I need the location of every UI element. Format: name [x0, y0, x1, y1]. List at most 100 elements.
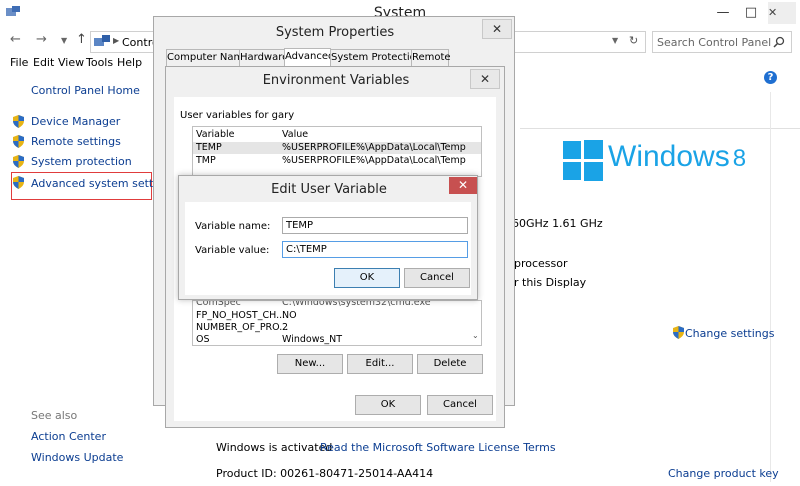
variable-name: TMP — [196, 155, 216, 166]
variable-name: TEMP — [196, 142, 222, 153]
back-icon[interactable]: ← — [10, 32, 21, 47]
tab-remote[interactable]: Remote — [411, 49, 451, 66]
display-text: r this Display — [514, 276, 587, 289]
menu-tools[interactable]: Tools — [86, 56, 113, 69]
cpu-speed-text: 60GHz 1.61 GHz — [512, 217, 603, 230]
maximize-icon: □ — [744, 5, 758, 20]
processor-text: processor — [514, 257, 568, 270]
up-icon[interactable]: ↑ — [76, 32, 87, 47]
change-settings-link[interactable]: Change settings — [685, 327, 774, 340]
variable-value-input[interactable]: C:\TEMP — [282, 241, 468, 258]
menu-edit[interactable]: Edit — [33, 56, 54, 69]
cancel-button[interactable]: Cancel — [427, 395, 493, 415]
dialog-title: Edit User Variable — [271, 182, 387, 197]
variable-name: NUMBER_OF_PRO... — [196, 322, 289, 333]
shield-icon — [673, 326, 684, 339]
close-button[interactable]: ✕ — [470, 69, 500, 89]
control-panel-icon — [94, 35, 110, 46]
sidebar-item-system-protection[interactable]: System protection — [31, 155, 132, 168]
tab-computer-name[interactable]: Computer Name — [166, 49, 249, 66]
user-variables-list[interactable]: Variable Value TEMP %USERPROFILE%\AppDat… — [192, 126, 482, 177]
ok-button[interactable]: OK — [355, 395, 421, 415]
minimize-button[interactable]: — — [708, 0, 738, 28]
new-variable-button[interactable]: New... — [277, 354, 343, 374]
logo-version: 8 — [732, 145, 747, 172]
search-icon[interactable] — [773, 36, 785, 48]
search-placeholder: Search Control Panel — [657, 36, 772, 49]
column-header-variable[interactable]: Variable — [196, 129, 234, 140]
variable-name: OS — [196, 334, 210, 345]
variable-name: FP_NO_HOST_CH... — [196, 310, 286, 321]
shield-icon — [13, 135, 24, 148]
dialog-title: System Properties — [275, 25, 395, 40]
close-icon: ✕ — [457, 178, 469, 192]
license-terms-link[interactable]: Read the Microsoft Software License Term… — [320, 441, 556, 454]
tab-hardware[interactable]: Hardware — [239, 49, 288, 66]
see-also-action-center[interactable]: Action Center — [31, 430, 106, 443]
refresh-icon[interactable]: ↻ — [629, 34, 638, 47]
activation-status: Windows is activated — [216, 441, 333, 454]
minimize-icon: — — [716, 5, 730, 20]
recent-chevron-icon[interactable]: ▼ — [61, 36, 67, 45]
help-icon[interactable]: ? — [764, 71, 777, 84]
variable-value: 2 — [282, 322, 289, 333]
close-button[interactable]: ✕ — [449, 177, 477, 194]
breadcrumb-chevron-icon: ▶ — [113, 36, 120, 45]
content-divider — [770, 92, 771, 482]
variable-value-label: Variable value: — [195, 245, 270, 256]
variable-value: NO — [282, 310, 297, 321]
close-icon: ✕ — [479, 72, 491, 86]
menu-file[interactable]: File — [10, 56, 28, 69]
windows-logo-text: Windows 8 — [608, 140, 746, 174]
see-also-heading: See also — [31, 409, 78, 422]
variable-name: ComSpec — [196, 300, 241, 308]
user-variables-label: User variables for gary — [180, 110, 295, 121]
product-id: Product ID: 00261-80471-25014-AA414 — [216, 467, 434, 480]
windows-logo-icon — [563, 140, 603, 181]
control-panel-home-link[interactable]: Control Panel Home — [31, 84, 140, 97]
sidebar-item-device-manager[interactable]: Device Manager — [31, 115, 120, 128]
maximize-button[interactable]: □ — [736, 0, 766, 28]
sidebar-item-remote-settings[interactable]: Remote settings — [31, 135, 121, 148]
close-icon: ✕ — [491, 22, 503, 36]
list-item[interactable]: FP_NO_HOST_CH... NO — [193, 310, 481, 322]
list-item[interactable]: TMP %USERPROFILE%\AppData\Local\Temp — [193, 155, 481, 167]
variable-value: %USERPROFILE%\AppData\Local\Temp — [282, 155, 466, 166]
variable-value: %USERPROFILE%\AppData\Local\Temp — [282, 142, 466, 153]
close-button[interactable]: ✕ — [768, 2, 796, 24]
menu-view[interactable]: View — [58, 56, 84, 69]
close-button[interactable]: ✕ — [482, 19, 512, 39]
cancel-button[interactable]: Cancel — [404, 268, 470, 288]
menu-help[interactable]: Help — [117, 56, 142, 69]
section-divider — [520, 128, 800, 129]
tab-advanced[interactable]: Advanced — [284, 48, 334, 66]
forward-icon[interactable]: → — [36, 32, 47, 47]
variable-value: C:\Windows\system32\cmd.exe — [282, 300, 431, 308]
delete-variable-button[interactable]: Delete — [417, 354, 483, 374]
list-item[interactable]: ComSpec C:\Windows\system32\cmd.exe — [193, 300, 481, 309]
logo-word: Windows — [608, 140, 730, 173]
edit-user-variable-dialog: Edit User Variable ✕ Variable name: TEMP… — [178, 175, 478, 300]
dialog-title: Environment Variables — [262, 73, 410, 88]
variable-name-input[interactable]: TEMP — [282, 217, 468, 234]
list-item[interactable]: NUMBER_OF_PRO... 2 — [193, 322, 481, 334]
edit-variable-button[interactable]: Edit... — [347, 354, 413, 374]
address-dropdown-icon[interactable]: ▼ — [612, 36, 618, 45]
tab-system-protection[interactable]: System Protection — [330, 49, 422, 66]
list-header: Variable Value — [193, 129, 481, 141]
variable-name-label: Variable name: — [195, 221, 271, 232]
scroll-down-icon[interactable]: ⌄ — [472, 331, 479, 340]
search-input[interactable]: Search Control Panel — [652, 31, 792, 53]
see-also-windows-update[interactable]: Windows Update — [31, 451, 123, 464]
shield-icon — [13, 155, 24, 168]
scrollbar[interactable]: ⌄ — [469, 301, 481, 345]
shield-icon — [13, 115, 24, 128]
system-variables-list[interactable]: ComSpec C:\Windows\system32\cmd.exe FP_N… — [192, 300, 482, 346]
list-item[interactable]: OS Windows_NT — [193, 334, 481, 345]
list-item[interactable]: TEMP %USERPROFILE%\AppData\Local\Temp — [193, 142, 481, 154]
variable-value: Windows_NT — [282, 334, 343, 345]
change-product-key-link[interactable]: Change product key — [668, 467, 779, 480]
column-header-value[interactable]: Value — [282, 129, 308, 140]
close-icon: ✕ — [768, 6, 778, 19]
ok-button[interactable]: OK — [334, 268, 400, 288]
